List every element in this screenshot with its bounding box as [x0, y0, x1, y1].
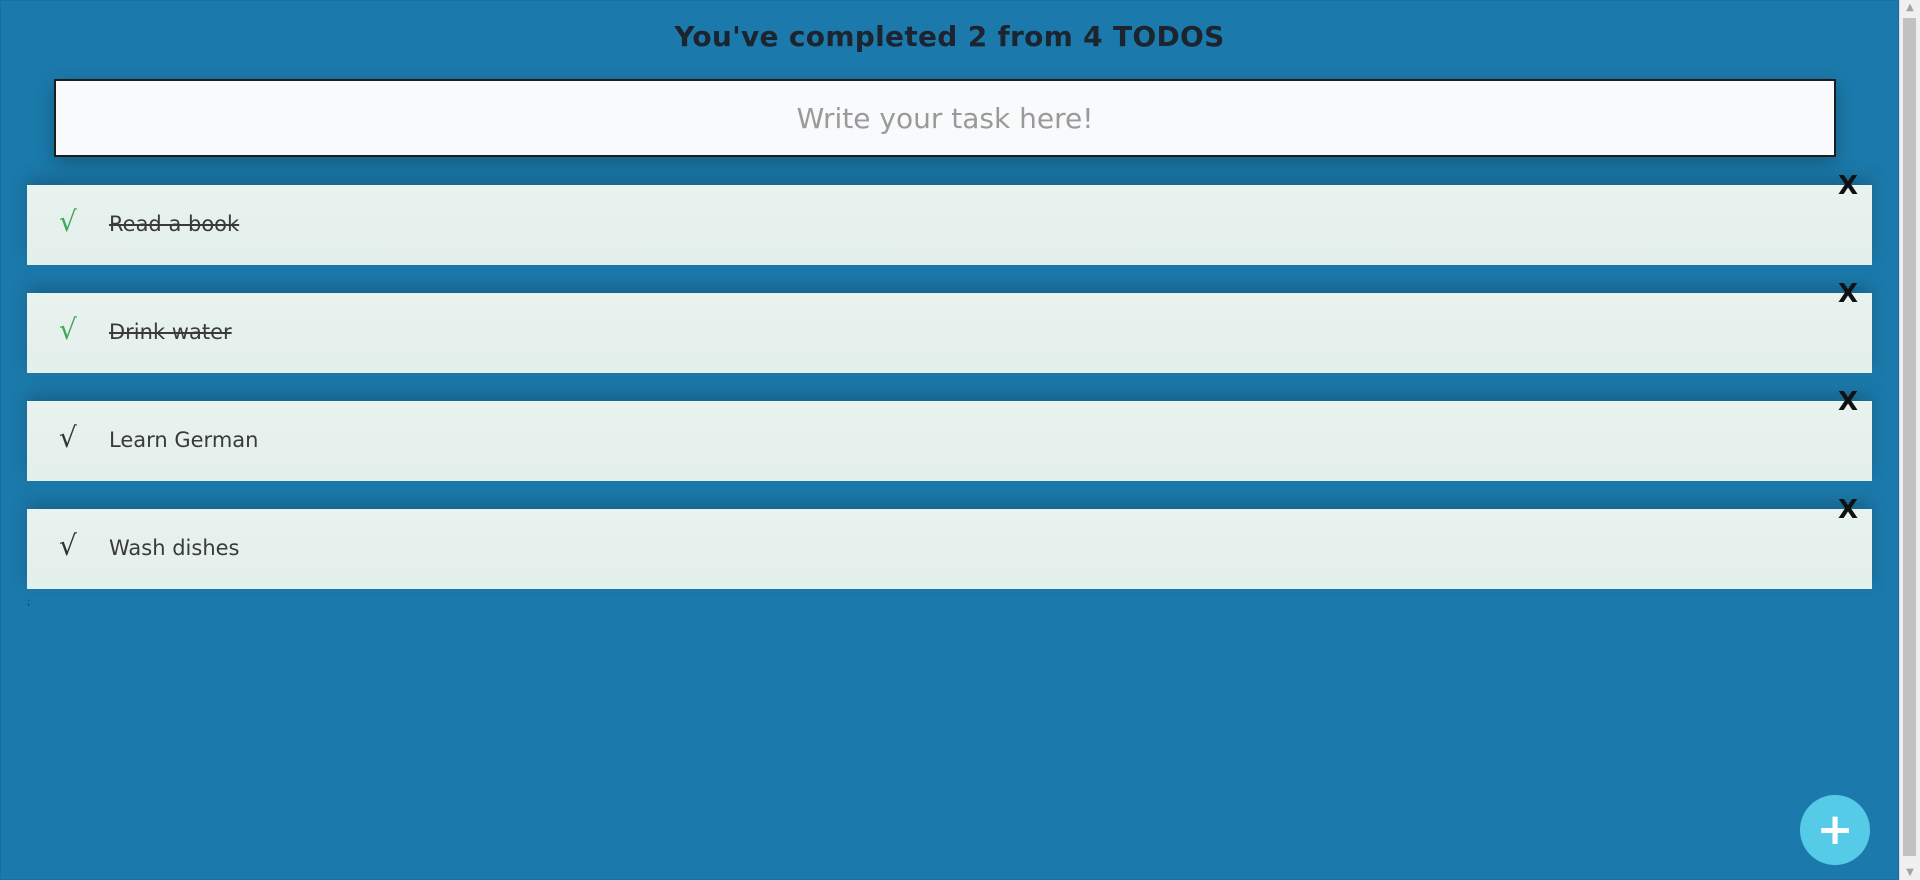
- task-input[interactable]: [54, 79, 1836, 157]
- check-icon[interactable]: √: [59, 205, 77, 238]
- vertical-scrollbar[interactable]: ▲ ▼: [1899, 0, 1920, 880]
- check-icon[interactable]: √: [59, 421, 77, 454]
- scrollbar-thumb[interactable]: [1903, 18, 1916, 856]
- todo-item: √ Drink water X: [27, 279, 1872, 373]
- page-title: You've completed 2 from 4 TODOS: [674, 20, 1225, 53]
- todo-text[interactable]: Wash dishes: [109, 536, 240, 560]
- check-icon[interactable]: √: [59, 313, 77, 346]
- todo-item: √ Wash dishes X: [27, 495, 1872, 589]
- app-viewport: You've completed 2 from 4 TODOS √ Read a…: [0, 0, 1899, 880]
- delete-button[interactable]: X: [1838, 387, 1858, 417]
- scroll-up-arrow-icon[interactable]: ▲: [1900, 2, 1920, 13]
- todo-item: √ Learn German X: [27, 387, 1872, 481]
- delete-button[interactable]: X: [1838, 279, 1858, 309]
- delete-button[interactable]: X: [1838, 495, 1858, 525]
- todo-list: √ Read a book X √ Drink water X √ Learn …: [27, 171, 1872, 617]
- add-task-button[interactable]: +: [1800, 795, 1870, 865]
- stray-mark: ;: [27, 597, 31, 608]
- delete-button[interactable]: X: [1838, 171, 1858, 201]
- todo-item: √ Read a book X: [27, 171, 1872, 265]
- scroll-down-arrow-icon[interactable]: ▼: [1900, 867, 1920, 878]
- todo-text[interactable]: Learn German: [109, 428, 258, 452]
- check-icon[interactable]: √: [59, 529, 77, 562]
- todo-text[interactable]: Read a book: [109, 212, 239, 236]
- todo-text[interactable]: Drink water: [109, 320, 232, 344]
